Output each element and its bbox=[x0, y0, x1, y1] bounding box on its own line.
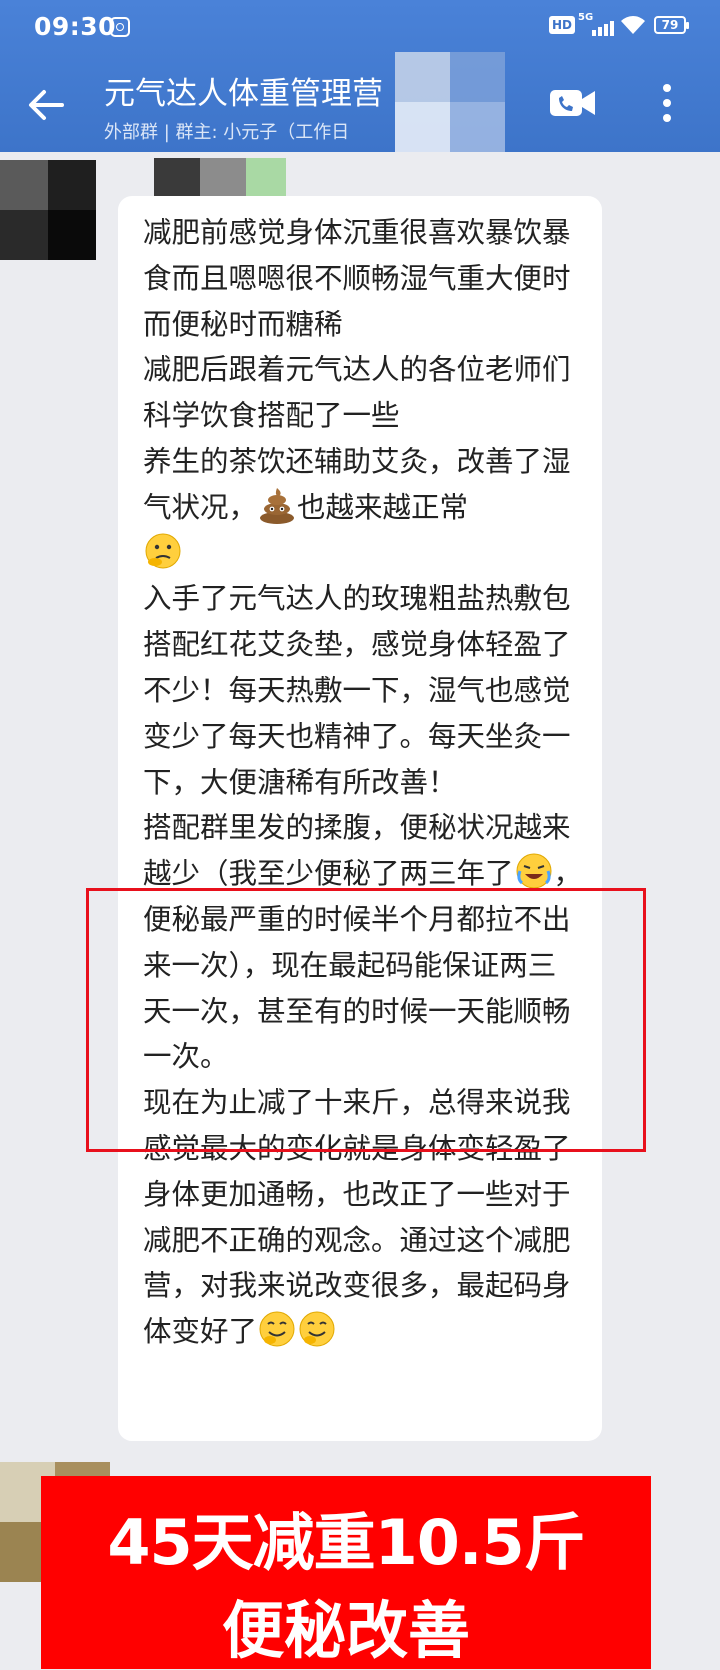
privacy-mosaic bbox=[395, 52, 505, 152]
highlight-annotation-box bbox=[86, 888, 646, 1152]
back-arrow-icon[interactable] bbox=[22, 80, 72, 130]
more-options-icon[interactable] bbox=[655, 80, 679, 126]
hd-badge: HD bbox=[549, 16, 576, 34]
status-time: 09:30 bbox=[34, 12, 117, 41]
chat-subtitle[interactable]: 外部群 | 群主: 小元子（工作日 bbox=[104, 118, 349, 144]
notification-app-icon bbox=[110, 17, 130, 37]
poop-emoji-icon bbox=[260, 487, 295, 524]
chat-title[interactable]: 元气达人体重管理营 bbox=[104, 68, 383, 113]
cellular-signal-icon: 5G bbox=[578, 12, 614, 38]
banner-subheadline: 便秘改善 bbox=[221, 1594, 470, 1667]
wifi-icon bbox=[621, 16, 645, 34]
paragraph-heat-pack: 入手了元气达人的玫瑰粗盐热敷包搭配红花艾灸垫，感觉身体轻盈了不少！每天热敷一下，… bbox=[143, 582, 571, 799]
sender-name-mosaic bbox=[106, 158, 286, 196]
battery-icon: 79 bbox=[654, 16, 689, 34]
grin-emoji-icon bbox=[259, 1311, 295, 1347]
paragraph-massage: 搭配群里发的揉腹，便秘状况越来越少（我至少便秘了两三年了 bbox=[143, 811, 571, 891]
video-call-icon[interactable] bbox=[548, 86, 598, 120]
paragraph-after: 减肥后跟着元气达人的各位老师们科学饮食搭配了一些 bbox=[143, 353, 571, 433]
crying-laughing-emoji-icon bbox=[516, 853, 552, 889]
message-text: 减肥前感觉身体沉重很喜欢暴饮暴食而且嗯嗯很不顺畅湿气重大便时而便秘时而糖稀 减肥… bbox=[143, 210, 583, 1355]
paragraph-tea-end: 也越来越正常 bbox=[297, 490, 469, 524]
status-bar: 09:30 HD 5G 79 bbox=[0, 0, 720, 56]
grin-emoji-icon bbox=[299, 1311, 335, 1347]
promo-banner: 45天减重10.5斤 便秘改善 bbox=[41, 1476, 651, 1669]
banner-headline: 45天减重10.5斤 bbox=[107, 1506, 585, 1579]
sender-avatar[interactable] bbox=[0, 160, 96, 260]
app-header: 09:30 HD 5G 79 元气达人体重管理营 外部群 | 群主: 小元子（工… bbox=[0, 0, 720, 152]
thinking-emoji-icon bbox=[145, 533, 181, 569]
paragraph-before: 减肥前感觉身体沉重很喜欢暴饮暴食而且嗯嗯很不顺畅湿气重大便时而便秘时而糖稀 bbox=[143, 216, 571, 341]
